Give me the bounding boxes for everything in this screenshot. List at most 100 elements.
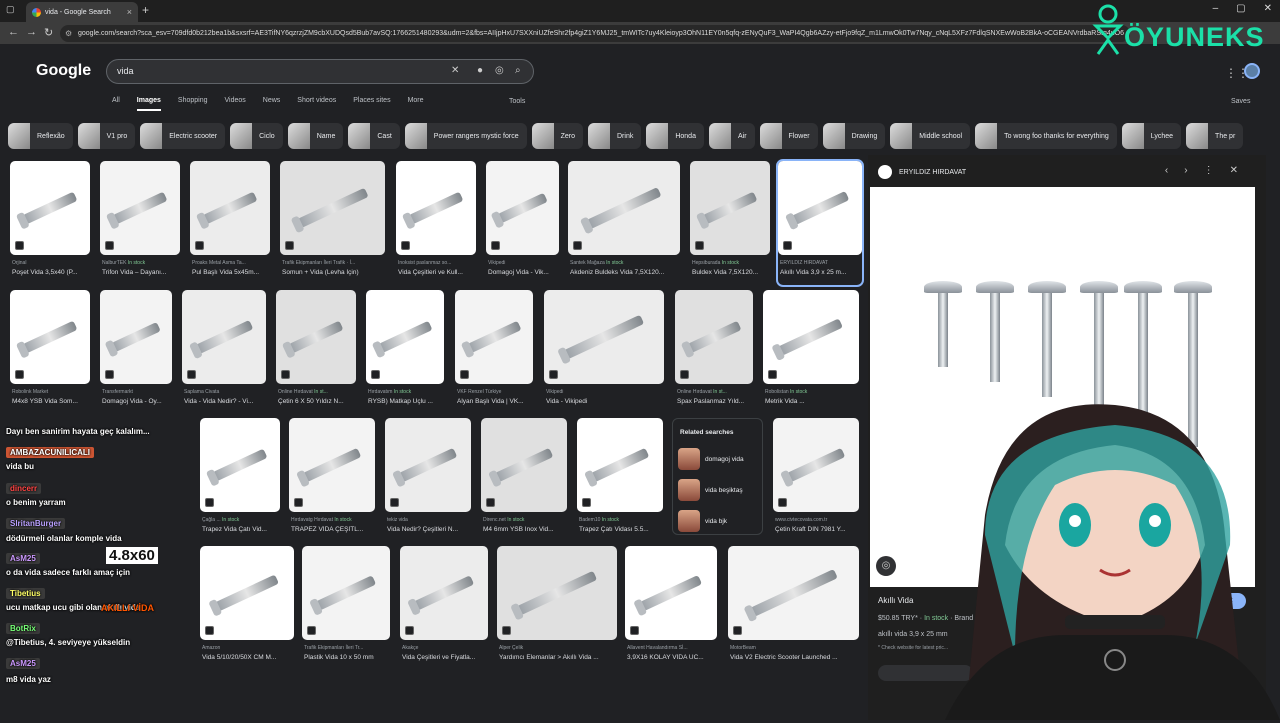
chip[interactable]: Electric scooter bbox=[140, 123, 226, 149]
result-source[interactable]: Vikipedi bbox=[546, 389, 563, 395]
image-result[interactable]: Badem10 In stock Trapez Çatı Vidası 5.5..… bbox=[577, 418, 663, 542]
result-source[interactable]: Transfermarkt bbox=[102, 389, 133, 395]
image-result[interactable]: NalburTEK In stock Trifon Vida – Dayanı..… bbox=[100, 161, 180, 285]
image-result[interactable]: Hırdavatım In stock RYSB) Matkap Uçlu ... bbox=[366, 290, 444, 414]
result-title[interactable]: M4 6mm YSB Inox Vid... bbox=[483, 526, 569, 533]
image-result[interactable]: Vikipedi Vida - Vikipedi bbox=[544, 290, 664, 414]
image-result[interactable]: ERYILDIZ HIRDAVAT Akıllı Vida 3,9 x 25 m… bbox=[776, 159, 864, 287]
result-thumbnail[interactable] bbox=[10, 161, 90, 255]
result-title[interactable]: Çetin 6 X 50 Yıldız N... bbox=[278, 398, 358, 405]
result-title[interactable]: Vida V2 Electric Scooter Launched ... bbox=[730, 654, 861, 661]
chip[interactable]: V1 pro bbox=[77, 123, 136, 149]
tab-list-icon[interactable]: ▢ bbox=[6, 4, 15, 15]
image-result[interactable]: Akakçe Vida Çeşitleri ve Fiyatla... bbox=[400, 546, 488, 670]
result-thumbnail[interactable] bbox=[100, 290, 172, 384]
chip[interactable]: Air bbox=[708, 123, 755, 149]
result-thumbnail[interactable] bbox=[728, 546, 859, 640]
tab-active[interactable]: vida - Google Search × bbox=[26, 2, 138, 22]
result-thumbnail[interactable] bbox=[366, 290, 444, 384]
result-source[interactable]: tekiz vida bbox=[387, 517, 408, 523]
image-result[interactable]: Transfermarkt Domagoj Vida - Oy... bbox=[100, 290, 172, 414]
result-source[interactable]: Hepsiburada In stock bbox=[692, 260, 739, 266]
lens-search-icon[interactable]: ◎ bbox=[876, 556, 896, 576]
chip[interactable]: To wong foo thanks for everything bbox=[975, 123, 1117, 149]
result-source[interactable]: MotorBeam bbox=[730, 645, 756, 651]
image-result[interactable]: VKF Renzel Türkiye Alyan Başlı Vida | VK… bbox=[455, 290, 533, 414]
result-title[interactable]: Metrik Vida ... bbox=[765, 398, 861, 405]
chip[interactable]: Lychee bbox=[1121, 123, 1182, 149]
result-title[interactable]: M4x8 YSB Vida Som... bbox=[12, 398, 92, 405]
result-title[interactable]: Buldex Vida 7,5X120... bbox=[692, 269, 772, 276]
result-source[interactable]: www.civtecovata.com.tr bbox=[775, 517, 827, 523]
result-source[interactable]: Badem10 In stock bbox=[579, 517, 619, 523]
tools-button[interactable]: Tools bbox=[509, 98, 525, 105]
image-result[interactable]: Inoksist paslanmaz so... Vida Çeşitleri … bbox=[396, 161, 476, 285]
result-thumbnail[interactable] bbox=[773, 418, 859, 512]
result-title[interactable]: Trapez Çatı Vidası 5.5... bbox=[579, 526, 665, 533]
filter-shopping[interactable]: Shopping bbox=[178, 97, 208, 111]
result-source[interactable]: NalburTEK In stock bbox=[102, 260, 145, 266]
result-source[interactable]: Direnc.net In stock bbox=[483, 517, 524, 523]
result-thumbnail[interactable] bbox=[400, 546, 488, 640]
filter-videos[interactable]: Videos bbox=[225, 97, 246, 111]
chip[interactable]: Cast bbox=[348, 123, 400, 149]
next-icon[interactable]: › bbox=[1184, 165, 1187, 176]
result-source[interactable]: Alper Çelik bbox=[499, 645, 523, 651]
search-input[interactable]: vida bbox=[117, 66, 134, 76]
image-result[interactable]: Online Hırdavat In st... Çetin 6 X 50 Yıl… bbox=[276, 290, 356, 414]
image-result[interactable]: www.civtecovata.com.tr Çetin Kraft DIN 7… bbox=[773, 418, 859, 542]
panel-source[interactable]: ERYILDIZ HIRDAVAT bbox=[878, 165, 966, 179]
result-thumbnail[interactable] bbox=[190, 161, 270, 255]
site-info-icon[interactable]: ⚙ bbox=[65, 25, 72, 42]
result-thumbnail[interactable] bbox=[486, 161, 559, 255]
chip[interactable]: Drawing bbox=[822, 123, 886, 149]
filter-places[interactable]: Places sites bbox=[353, 97, 390, 111]
image-result[interactable]: Direnc.net In stock M4 6mm YSB Inox Vid..… bbox=[481, 418, 567, 542]
prev-icon[interactable]: ‹ bbox=[1165, 165, 1168, 176]
result-source[interactable]: Hırdavatım In stock bbox=[368, 389, 411, 395]
chip[interactable]: Name bbox=[287, 123, 344, 149]
image-result[interactable]: Robolistan In stock Metrik Vida ... bbox=[763, 290, 859, 414]
result-thumbnail[interactable] bbox=[577, 418, 663, 512]
clear-icon[interactable]: ✕ bbox=[451, 65, 459, 76]
more-options-icon[interactable]: ⋮ bbox=[1204, 165, 1214, 176]
image-result[interactable]: Vikipedi Domagoj Vida - Vik... bbox=[486, 161, 559, 285]
search-box[interactable]: vida ✕ ● ◎ ⌕ bbox=[106, 59, 534, 84]
result-thumbnail[interactable] bbox=[568, 161, 680, 255]
close-icon[interactable]: ✕ bbox=[1230, 165, 1238, 176]
result-title[interactable]: Domagoj Vida - Oy... bbox=[102, 398, 174, 405]
chip[interactable]: The pr bbox=[1186, 123, 1244, 149]
close-tab-icon[interactable]: × bbox=[127, 7, 132, 17]
result-title[interactable]: Trifon Vida – Dayanı... bbox=[102, 269, 182, 276]
image-result[interactable]: Trafik Ekipmanları İleri Trafik · İ... S… bbox=[280, 161, 385, 285]
panel-title[interactable]: Akıllı Vida bbox=[878, 596, 913, 605]
chip[interactable]: Ciclo bbox=[230, 123, 283, 149]
chip[interactable]: Honda bbox=[646, 123, 704, 149]
microphone-icon[interactable]: ● bbox=[477, 65, 483, 76]
chip[interactable]: Reflexão bbox=[8, 123, 73, 149]
result-source[interactable]: Robolistan In stock bbox=[765, 389, 807, 395]
result-source[interactable]: Saplama Civata bbox=[184, 389, 219, 395]
related-item[interactable]: vida beşiktaş bbox=[678, 479, 743, 501]
result-title[interactable]: Vida Çeşitleri ve Kull... bbox=[398, 269, 478, 276]
result-title[interactable]: Spax Paslanmaz Yıld... bbox=[677, 398, 755, 405]
result-thumbnail[interactable] bbox=[280, 161, 385, 255]
result-thumbnail[interactable] bbox=[396, 161, 476, 255]
filter-all[interactable]: All bbox=[112, 97, 120, 111]
result-source[interactable]: Vikipedi bbox=[488, 260, 505, 266]
result-source[interactable]: Allavent Havalandırma Sİ... bbox=[627, 645, 688, 651]
result-title[interactable]: Çetin Kraft DIN 7981 Y... bbox=[775, 526, 861, 533]
result-thumbnail[interactable] bbox=[497, 546, 617, 640]
result-thumbnail[interactable] bbox=[481, 418, 567, 512]
filter-more[interactable]: More bbox=[408, 97, 424, 111]
image-result[interactable]: Alper Çelik Yardımcı Elemanlar > Akıllı … bbox=[497, 546, 617, 670]
image-result[interactable]: Online Hırdavat In st... Spax Paslanmaz Y… bbox=[675, 290, 753, 414]
image-result[interactable]: Saplama Civata Vida - Vida Nedir? - Vi..… bbox=[182, 290, 266, 414]
result-title[interactable]: Vida Nedir? Çeşitleri N... bbox=[387, 526, 473, 533]
result-title[interactable]: Poşet Vida 3,5x40 (P... bbox=[12, 269, 92, 276]
result-source[interactable]: ERYILDIZ HIRDAVAT bbox=[780, 260, 828, 266]
result-title[interactable]: Alyan Başlı Vida | VK... bbox=[457, 398, 535, 405]
back-icon[interactable]: ← bbox=[8, 26, 19, 38]
filter-images[interactable]: Images bbox=[136, 97, 161, 111]
result-title[interactable]: Vida Çeşitleri ve Fiyatla... bbox=[402, 654, 490, 661]
